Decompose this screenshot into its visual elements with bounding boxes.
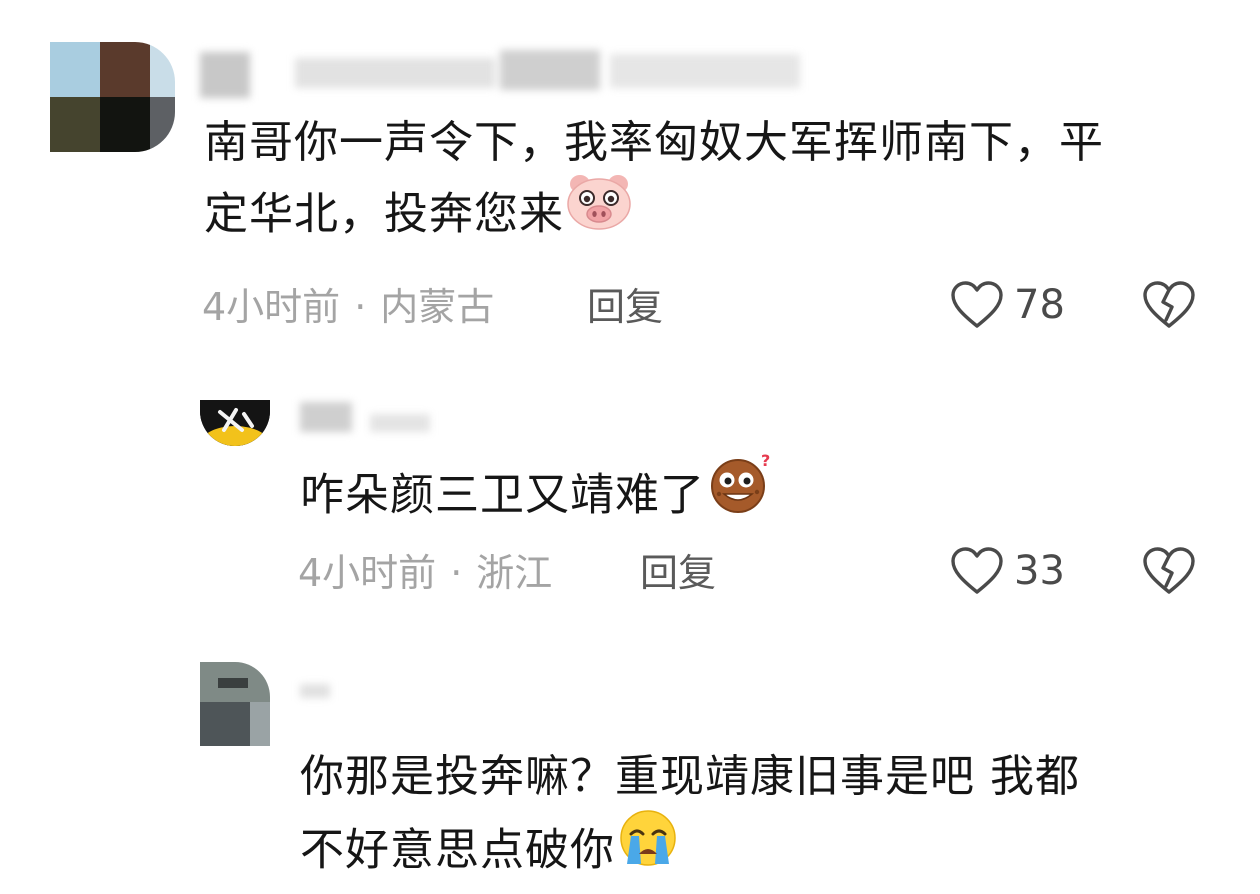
comment-text-line: 咋朵颜三卫又靖难了 [300,469,705,521]
location: 内蒙古 [380,285,495,329]
sweating-cookie-emoji: ? [707,451,773,535]
comment-meta: 4小时前 · 浙江 [298,548,552,598]
reply-button[interactable]: 回复 [587,282,663,332]
broken-heart-icon [1143,281,1195,328]
dislike-button[interactable] [1142,546,1196,596]
svg-text:?: ? [761,452,771,470]
comment-text-line: 不好意思点破你 [300,824,615,876]
broken-heart-icon [1143,547,1195,594]
reply-button[interactable]: 回复 [640,548,716,598]
pig-face-emoji [566,174,632,251]
separator: · [450,551,463,595]
comment-text-line: 南哥你一声令下，我率匈奴大军挥师南下，平 [204,117,1104,168]
comment-meta: 4小时前 · 内蒙古 [202,282,494,332]
avatar[interactable] [50,42,175,152]
username-redacted[interactable] [300,400,440,434]
comment-text-line: 你那是投奔嘛？重现靖康旧事是吧 我都 [300,751,1080,802]
avatar[interactable] [200,662,270,746]
like-button[interactable]: 78 [950,280,1065,330]
crying-face-emoji [617,808,679,889]
location: 浙江 [476,551,553,595]
avatar[interactable] [200,400,270,446]
like-count: 33 [1014,548,1065,594]
comment-text: 咋朵颜三卫又靖难了 ? [300,451,773,539]
username-redacted[interactable] [200,48,800,103]
timestamp: 4小时前 [202,285,341,329]
heart-outline-icon [951,547,1003,594]
separator: · [354,285,367,329]
timestamp: 4小时前 [298,551,437,595]
comment-text: 南哥你一声令下，我率匈奴大军挥师南下，平 定华北，投奔您来 [204,108,1104,255]
heart-outline-icon [951,281,1003,328]
like-count: 78 [1014,282,1065,328]
like-button[interactable]: 33 [950,546,1065,596]
username-redacted[interactable] [300,680,340,704]
comment-text: 你那是投奔嘛？重现靖康旧事是吧 我都 不好意思点破你 [300,742,1080,893]
comment-text-line: 定华北，投奔您来 [204,188,564,240]
dislike-button[interactable] [1142,280,1196,330]
